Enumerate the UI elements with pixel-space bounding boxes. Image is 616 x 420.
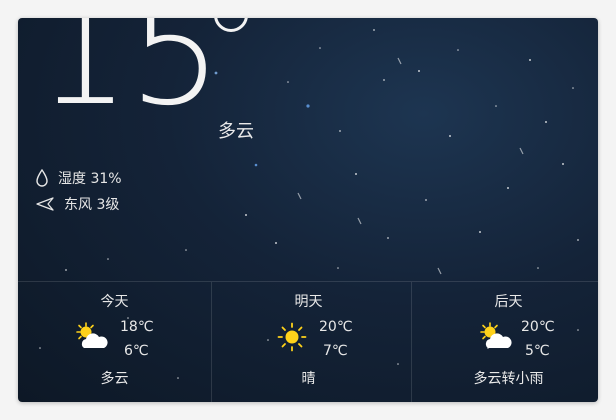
day-condition: 晴 (301, 371, 316, 387)
wind-direction-icon (36, 197, 54, 211)
current-temperature: 15 (36, 18, 222, 138)
low-temp: 5℃ (525, 343, 550, 359)
humidity-row: 湿度 31% (36, 168, 122, 188)
wind-row: 东风 3级 (36, 194, 119, 214)
humidity-text: 湿度 31% (58, 171, 122, 187)
high-temp: 20℃ (319, 319, 353, 335)
day-condition: 多云 (100, 371, 129, 387)
day-name: 明天 (294, 294, 323, 310)
low-temp: 7℃ (323, 343, 348, 359)
forecast-panel: 今天 18℃ 6℃ 多云 明天 20℃ 7℃ 晴 后天 20℃ 5℃ 多云转小雨 (18, 281, 598, 402)
partly-cloudy-icon (480, 322, 512, 348)
forecast-day-after-tomorrow: 后天 20℃ 5℃ 多云转小雨 (411, 282, 598, 402)
sunny-icon (277, 322, 307, 352)
high-temp: 18℃ (120, 319, 154, 335)
partly-cloudy-icon (76, 322, 108, 348)
day-name: 今天 (100, 294, 129, 310)
current-condition: 多云 (218, 121, 254, 142)
weather-card: 15 多云 湿度 31% 东风 3级 今天 18℃ 6℃ 多云 明天 20℃ 7… (18, 18, 598, 402)
water-drop-icon (36, 169, 48, 187)
high-temp: 20℃ (521, 319, 555, 335)
low-temp: 6℃ (124, 343, 149, 359)
day-condition: 多云转小雨 (473, 371, 544, 387)
day-name: 后天 (494, 294, 523, 310)
wind-text: 东风 3级 (64, 197, 120, 213)
forecast-day-tomorrow: 明天 20℃ 7℃ 晴 (211, 282, 405, 402)
forecast-day-today: 今天 18℃ 6℃ 多云 (18, 282, 211, 402)
